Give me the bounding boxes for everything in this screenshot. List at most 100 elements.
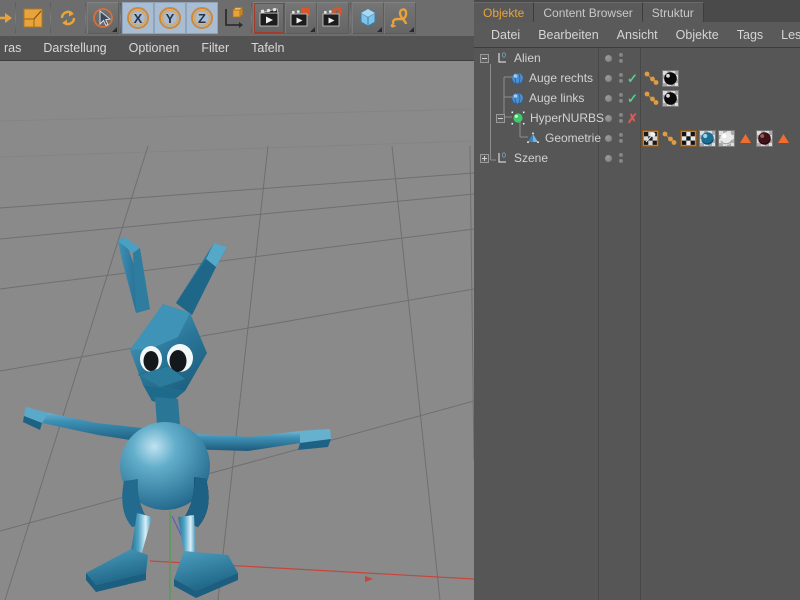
- enabled-check-icon[interactable]: ✓: [627, 72, 638, 85]
- render-dot-bottom[interactable]: [619, 79, 623, 83]
- om-menu-ansicht[interactable]: Ansicht: [608, 22, 667, 48]
- add-spline-icon[interactable]: [384, 2, 416, 34]
- material-black-tag[interactable]: [662, 70, 679, 87]
- axis-z-lock-icon[interactable]: Z: [186, 2, 218, 34]
- om-menu-tags[interactable]: Tags: [728, 22, 772, 48]
- editor-visibility-dot[interactable]: [605, 95, 612, 102]
- visibility-dots-cell[interactable]: [598, 148, 640, 168]
- object-label: Auge links: [529, 91, 584, 105]
- table-row[interactable]: Auge rechts ✓: [474, 68, 800, 88]
- visibility-dots-cell[interactable]: ✓: [598, 88, 640, 108]
- render-dot-top[interactable]: [619, 73, 623, 77]
- tags-cell[interactable]: [640, 68, 800, 88]
- editor-visibility-dot[interactable]: [605, 55, 612, 62]
- object-name-cell[interactable]: 0 Szene: [474, 148, 598, 168]
- object-name-cell[interactable]: Auge rechts: [474, 68, 598, 88]
- render-dot-top[interactable]: [619, 133, 623, 137]
- world-object-coords-icon[interactable]: [218, 2, 250, 34]
- render-dot-bottom[interactable]: [619, 139, 623, 143]
- visibility-dots-cell[interactable]: [598, 48, 640, 68]
- material-darkred-tag[interactable]: [756, 130, 773, 147]
- expander-toggle-hypernurbs[interactable]: [496, 114, 505, 123]
- phong-tag[interactable]: [661, 130, 678, 147]
- material-white-tag[interactable]: [718, 130, 735, 147]
- object-axis-icon[interactable]: [52, 2, 84, 34]
- table-row[interactable]: Auge links ✓: [474, 88, 800, 108]
- texture-checker-tag[interactable]: [680, 130, 697, 147]
- hypernurbs-object-icon: [511, 111, 525, 125]
- tab-content-browser[interactable]: Content Browser: [534, 2, 642, 22]
- tags-cell[interactable]: [640, 48, 800, 68]
- disabled-cross-icon[interactable]: ✗: [627, 112, 638, 125]
- render-dot-top[interactable]: [619, 93, 623, 97]
- undo-arrow-icon[interactable]: [0, 2, 14, 34]
- material-blue-tag[interactable]: [699, 130, 716, 147]
- om-menu-lesezeichen[interactable]: Lesezeichen: [772, 22, 800, 48]
- render-dot-bottom[interactable]: [619, 119, 623, 123]
- material-black-tag[interactable]: [662, 90, 679, 107]
- render-view-icon[interactable]: [253, 2, 285, 34]
- menu-item-filter[interactable]: Filter: [190, 36, 240, 61]
- table-row[interactable]: Geometrie: [474, 128, 800, 148]
- phong-tag[interactable]: [643, 70, 660, 87]
- render-dot-top[interactable]: [619, 53, 623, 57]
- render-dot-bottom[interactable]: [619, 99, 623, 103]
- tags-cell[interactable]: [640, 88, 800, 108]
- object-name-cell[interactable]: Geometrie: [474, 128, 598, 148]
- enabled-check-icon[interactable]: ✓: [627, 92, 638, 105]
- om-menu-datei[interactable]: Datei: [482, 22, 529, 48]
- om-menu-objekte[interactable]: Objekte: [667, 22, 728, 48]
- render-dot-top[interactable]: [619, 153, 623, 157]
- object-name-cell[interactable]: 0 Alien: [474, 48, 598, 68]
- table-row[interactable]: 0 Alien: [474, 48, 800, 68]
- selection-tag[interactable]: [737, 130, 754, 147]
- render-visibility-dots[interactable]: [619, 133, 623, 143]
- tab-objekte[interactable]: Objekte: [474, 2, 534, 22]
- object-manager-tree[interactable]: 0 Alien: [474, 48, 800, 600]
- visibility-dots-cell[interactable]: [598, 128, 640, 148]
- render-dot-top[interactable]: [619, 113, 623, 117]
- render-visibility-dots[interactable]: [619, 113, 623, 123]
- render-region-icon[interactable]: [285, 2, 317, 34]
- render-visibility-dots[interactable]: [619, 153, 623, 163]
- render-visibility-dots[interactable]: [619, 53, 623, 63]
- axis-y-lock-icon[interactable]: Y: [154, 2, 186, 34]
- editor-visibility-dot[interactable]: [605, 155, 612, 162]
- add-cube-icon[interactable]: [352, 2, 384, 34]
- uvw-tag[interactable]: [642, 130, 659, 147]
- tab-struktur[interactable]: Struktur: [643, 2, 704, 22]
- editor-visibility-dot[interactable]: [605, 115, 612, 122]
- selection-tool-icon[interactable]: [87, 2, 119, 34]
- render-visibility-dots[interactable]: [619, 73, 623, 83]
- render-settings-icon[interactable]: [317, 2, 349, 34]
- menu-item-darstellung[interactable]: Darstellung: [32, 36, 117, 61]
- selection-tag-2[interactable]: [775, 130, 792, 147]
- visibility-dots-cell[interactable]: ✗: [598, 108, 640, 128]
- axis-x-lock-icon[interactable]: X: [122, 2, 154, 34]
- menu-item-kameras[interactable]: ras: [0, 36, 32, 61]
- editor-visibility-dot[interactable]: [605, 135, 612, 142]
- tags-cell[interactable]: [640, 128, 800, 148]
- render-dot-bottom[interactable]: [619, 59, 623, 63]
- tags-cell[interactable]: [640, 148, 800, 168]
- expander-toggle-szene[interactable]: [480, 154, 489, 163]
- perspective-viewport[interactable]: [0, 61, 474, 600]
- visibility-dots-cell[interactable]: ✓: [598, 68, 640, 88]
- om-menu-bearbeiten[interactable]: Bearbeiten: [529, 22, 607, 48]
- toolbar-separator: [120, 3, 121, 33]
- table-row[interactable]: HyperNURBS ✗: [474, 108, 800, 128]
- object-name-cell[interactable]: HyperNURBS: [474, 108, 598, 128]
- axis-y-label: Y: [166, 11, 175, 26]
- tags-cell[interactable]: [640, 108, 800, 128]
- menu-item-optionen[interactable]: Optionen: [118, 36, 191, 61]
- model-mode-icon[interactable]: [17, 2, 49, 34]
- expander-toggle-alien[interactable]: [480, 54, 489, 63]
- object-name-cell[interactable]: Auge links: [474, 88, 598, 108]
- menu-item-tafeln[interactable]: Tafeln: [240, 36, 295, 61]
- table-row[interactable]: 0 Szene: [474, 148, 800, 168]
- alien-neck: [155, 397, 180, 425]
- render-visibility-dots[interactable]: [619, 93, 623, 103]
- phong-tag[interactable]: [643, 90, 660, 107]
- render-dot-bottom[interactable]: [619, 159, 623, 163]
- editor-visibility-dot[interactable]: [605, 75, 612, 82]
